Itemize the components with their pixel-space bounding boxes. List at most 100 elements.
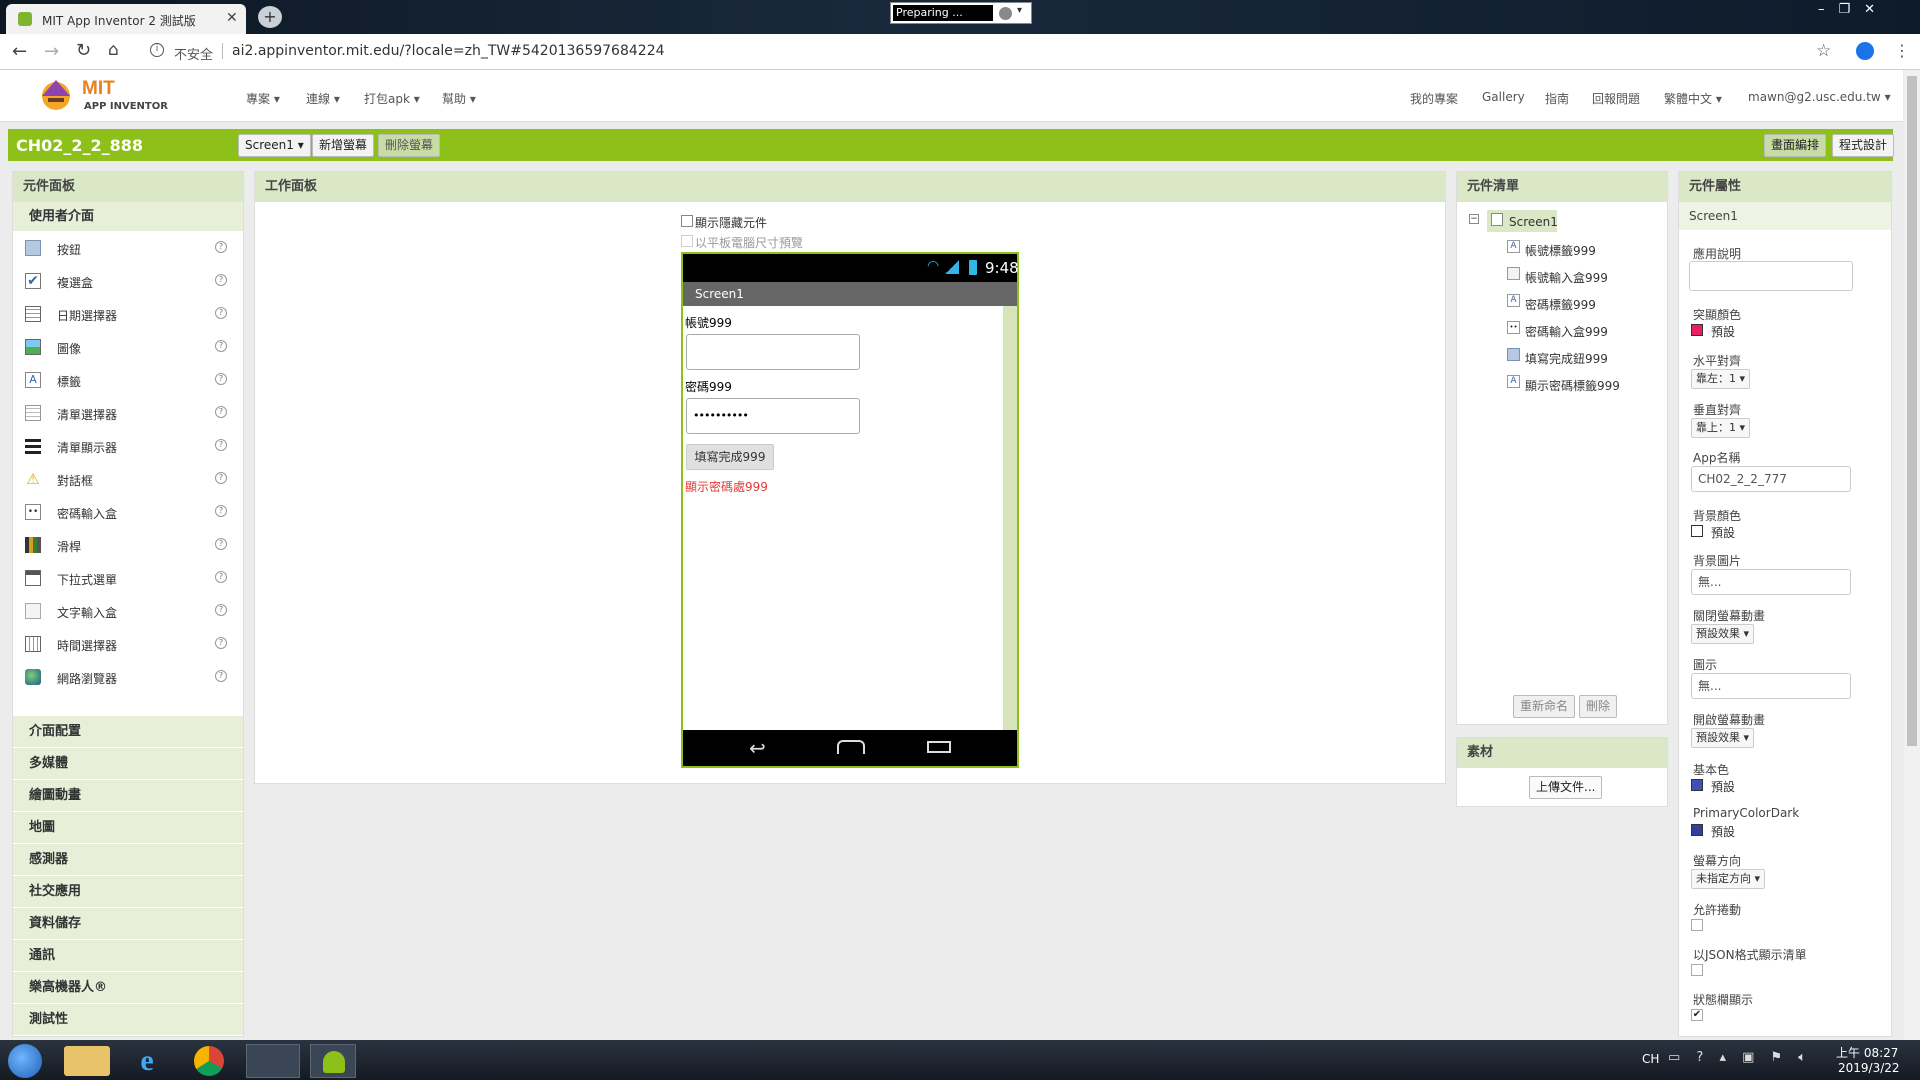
- help-icon[interactable]: ?: [215, 571, 227, 583]
- chrome-icon[interactable]: [194, 1046, 224, 1076]
- palette-item-button[interactable]: 按鈕?: [13, 232, 243, 265]
- restore-icon[interactable]: ❐: [1839, 2, 1865, 17]
- tab-close-icon[interactable]: ✕: [226, 10, 238, 26]
- collapse-icon[interactable]: −: [1469, 214, 1479, 224]
- address-bar[interactable]: ai2.appinventor.mit.edu/?locale=zh_TW#54…: [232, 43, 665, 59]
- clock-date[interactable]: 2019/3/22: [1838, 1061, 1900, 1075]
- category-user-interface[interactable]: 使用者介面: [13, 202, 243, 232]
- upload-file-button[interactable]: 上傳文件...: [1529, 776, 1603, 799]
- help-icon[interactable]: ?: [215, 307, 227, 319]
- back-icon[interactable]: ←: [12, 41, 27, 62]
- file-explorer-icon[interactable]: [64, 1046, 110, 1076]
- account-textbox[interactable]: [686, 334, 860, 370]
- help-icon[interactable]: ?: [215, 670, 227, 682]
- menu-connect[interactable]: 連線 ▾: [306, 90, 340, 107]
- primary-color-value[interactable]: 預設: [1711, 778, 1735, 795]
- language-menu[interactable]: 繁體中文 ▾: [1664, 90, 1722, 107]
- screen-select[interactable]: Screen1 ▾: [238, 134, 311, 157]
- palette-item-notifier[interactable]: ⚠ 對話框?: [13, 463, 243, 496]
- accent-color-value[interactable]: 預設: [1711, 323, 1735, 340]
- palette-item-slider[interactable]: 滑桿?: [13, 529, 243, 562]
- show-hidden-checkbox[interactable]: [681, 215, 693, 227]
- primary-color-swatch[interactable]: [1691, 779, 1703, 791]
- help-icon[interactable]: ?: [215, 241, 227, 253]
- palette-item-passwordtextbox[interactable]: •• 密碼輸入盒?: [13, 496, 243, 529]
- page-scrollbar-thumb[interactable]: [1907, 76, 1917, 746]
- palette-item-image[interactable]: 圖像?: [13, 331, 243, 364]
- orientation-select[interactable]: 未指定方向 ▾: [1691, 869, 1766, 889]
- bg-image-picker[interactable]: 無...: [1691, 569, 1851, 595]
- tray-icons[interactable]: ▭ ? ▴ ▣ ⚑ 🔈︎: [1668, 1050, 1812, 1065]
- phone-scrollbar[interactable]: [1003, 306, 1017, 730]
- input-lang[interactable]: CH: [1642, 1052, 1659, 1066]
- category-storage[interactable]: 資料儲存: [13, 908, 243, 940]
- menu-project[interactable]: 專案 ▾: [246, 90, 280, 107]
- password-textbox[interactable]: ••••••••••: [686, 398, 860, 434]
- link-my-projects[interactable]: 我的專案: [1410, 90, 1458, 107]
- ie-icon[interactable]: e: [130, 1044, 164, 1078]
- category-layout[interactable]: 介面配置: [13, 716, 243, 748]
- new-tab-button[interactable]: +: [258, 6, 282, 28]
- palette-item-datepicker[interactable]: 日期選擇器?: [13, 298, 243, 331]
- android-icon[interactable]: [310, 1044, 356, 1078]
- remove-screen-button[interactable]: 刪除螢幕: [378, 134, 441, 157]
- scrollable-checkbox[interactable]: [1691, 919, 1703, 931]
- help-icon[interactable]: ?: [215, 604, 227, 616]
- more-menu-icon[interactable]: ⋮: [1894, 41, 1910, 60]
- category-maps[interactable]: 地圖: [13, 812, 243, 844]
- nav-home-icon[interactable]: [837, 740, 865, 754]
- help-icon[interactable]: ?: [215, 637, 227, 649]
- info-icon[interactable]: i: [150, 43, 164, 57]
- category-media[interactable]: 多媒體: [13, 748, 243, 780]
- tree-root-screen1[interactable]: Screen1: [1487, 210, 1558, 232]
- designer-button[interactable]: 畫面編排: [1764, 134, 1827, 157]
- nav-recent-icon[interactable]: [927, 741, 951, 753]
- bg-color-value[interactable]: 預設: [1711, 524, 1735, 541]
- extension-status[interactable]: Preparing ... ▾: [890, 2, 1032, 24]
- align-horizontal-select[interactable]: 靠左：1 ▾: [1691, 369, 1751, 389]
- app-name-input[interactable]: CH02_2_2_777: [1691, 466, 1851, 492]
- account-menu[interactable]: mawn@g2.usc.edu.tw ▾: [1748, 90, 1891, 104]
- close-window-icon[interactable]: ✕: [1864, 2, 1889, 17]
- help-icon[interactable]: ?: [215, 538, 227, 550]
- rename-button[interactable]: 重新命名: [1513, 695, 1576, 718]
- nav-back-icon[interactable]: ↩: [749, 736, 766, 760]
- start-button[interactable]: [8, 1044, 42, 1078]
- help-icon[interactable]: ?: [215, 472, 227, 484]
- palette-item-checkbox[interactable]: ✔ 複選盒?: [13, 265, 243, 298]
- app-inventor-logo[interactable]: MIT APP INVENTOR: [36, 76, 168, 116]
- menu-build[interactable]: 打包apk ▾: [364, 90, 420, 107]
- palette-item-timepicker[interactable]: 時間選擇器?: [13, 628, 243, 661]
- category-experimental[interactable]: 測試性: [13, 1004, 243, 1036]
- help-icon[interactable]: ?: [215, 505, 227, 517]
- done-button[interactable]: 填寫完成999: [686, 444, 774, 470]
- help-icon[interactable]: ?: [215, 373, 227, 385]
- link-gallery[interactable]: Gallery: [1482, 90, 1525, 104]
- json-checkbox[interactable]: [1691, 964, 1703, 976]
- minimize-icon[interactable]: –: [1818, 2, 1839, 17]
- icon-picker[interactable]: 無...: [1691, 673, 1851, 699]
- help-icon[interactable]: ?: [215, 406, 227, 418]
- bg-color-swatch[interactable]: [1691, 525, 1703, 537]
- browser-tab[interactable]: MIT App Inventor 2 測試版 ✕: [6, 4, 246, 34]
- statusbar-checkbox[interactable]: ✔: [1691, 1009, 1703, 1021]
- tablet-preview-checkbox[interactable]: [681, 235, 693, 247]
- reload-icon[interactable]: ↻: [76, 40, 91, 61]
- category-lego[interactable]: 樂高機器人®: [13, 972, 243, 1004]
- help-icon[interactable]: ?: [215, 439, 227, 451]
- forward-icon[interactable]: →: [44, 41, 59, 62]
- category-social[interactable]: 社交應用: [13, 876, 243, 908]
- profile-avatar[interactable]: [1856, 42, 1874, 60]
- bookmark-star-icon[interactable]: ☆: [1816, 41, 1831, 61]
- accent-color-swatch[interactable]: [1691, 324, 1703, 336]
- link-report[interactable]: 回報問題: [1592, 90, 1640, 107]
- link-guide[interactable]: 指南: [1545, 90, 1569, 107]
- app-window-icon[interactable]: [246, 1044, 300, 1078]
- palette-item-listpicker[interactable]: 清單選擇器?: [13, 397, 243, 430]
- palette-item-label[interactable]: A 標籤?: [13, 364, 243, 397]
- palette-item-textbox[interactable]: 文字輸入盒?: [13, 595, 243, 628]
- primary-dark-value[interactable]: 預設: [1711, 823, 1735, 840]
- category-drawing[interactable]: 繪圖動畫: [13, 780, 243, 812]
- close-anim-select[interactable]: 預設效果 ▾: [1691, 624, 1755, 644]
- palette-item-spinner[interactable]: 下拉式選單?: [13, 562, 243, 595]
